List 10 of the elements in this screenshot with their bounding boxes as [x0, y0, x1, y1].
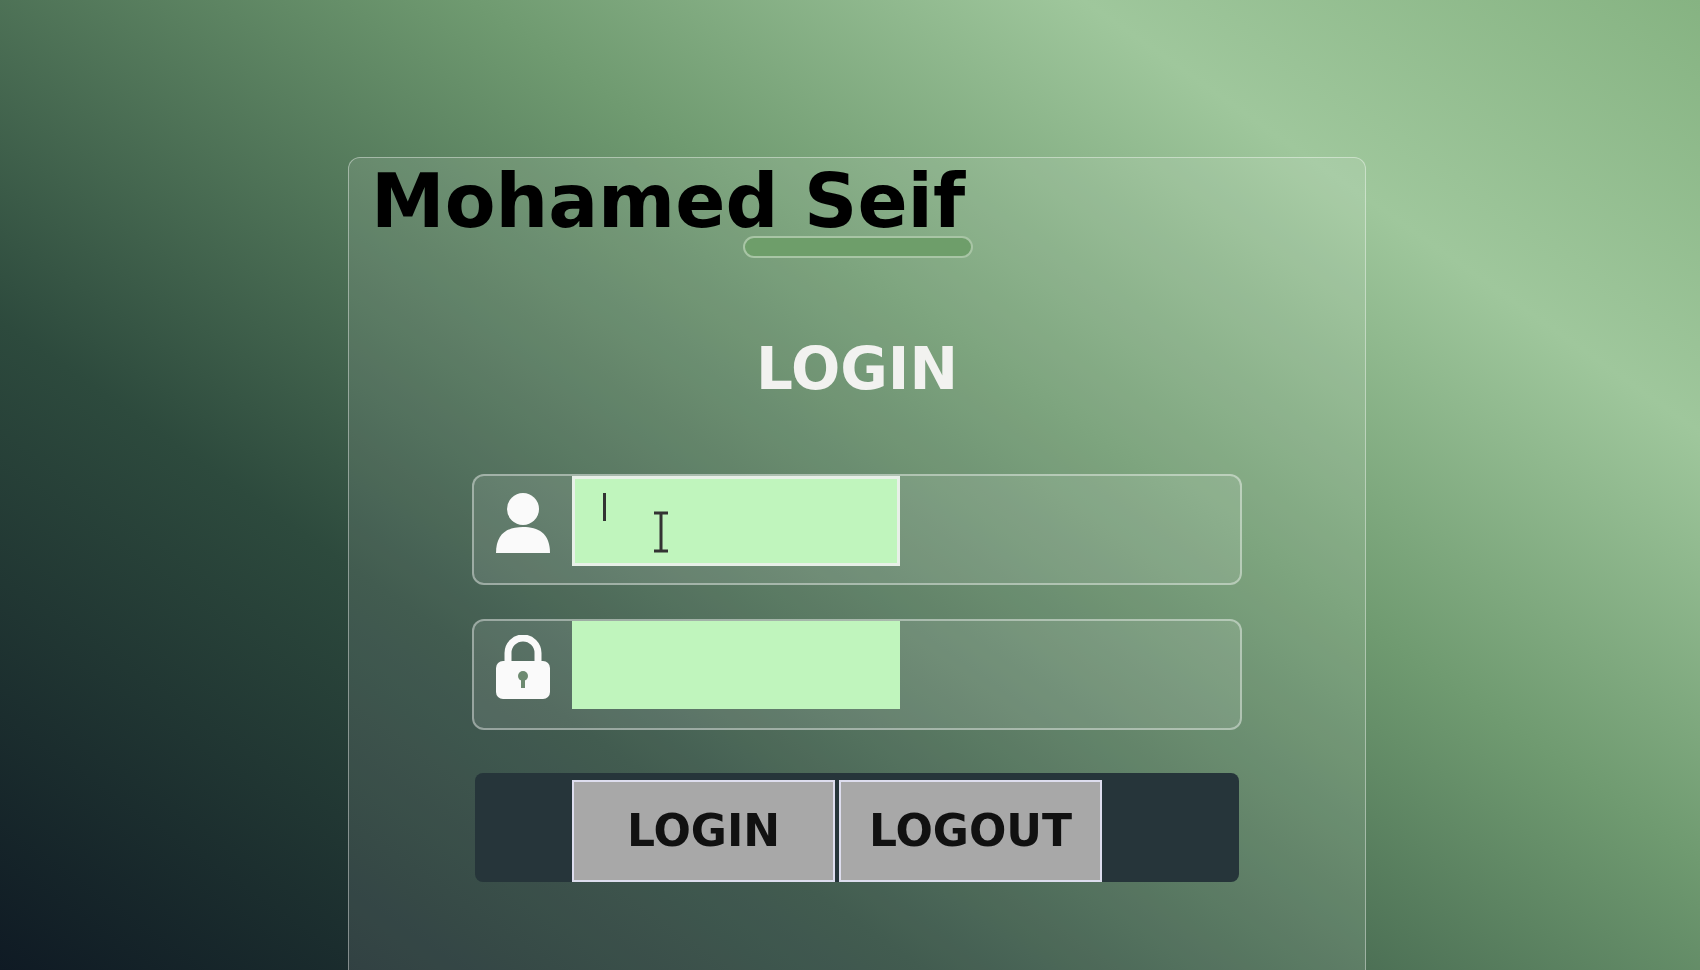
user-icon — [494, 491, 552, 553]
action-button[interactable]: LOGIN — [572, 780, 835, 882]
input-field[interactable] — [572, 621, 900, 709]
login-heading: LOGIN — [756, 340, 958, 398]
input-field[interactable] — [572, 476, 900, 566]
page-title: Mohamed Seif — [371, 164, 966, 238]
text-cursor-icon — [651, 511, 671, 553]
lock-icon — [494, 635, 552, 699]
text-caret-icon — [603, 493, 606, 521]
action-button[interactable]: LOGOUT — [839, 780, 1102, 882]
